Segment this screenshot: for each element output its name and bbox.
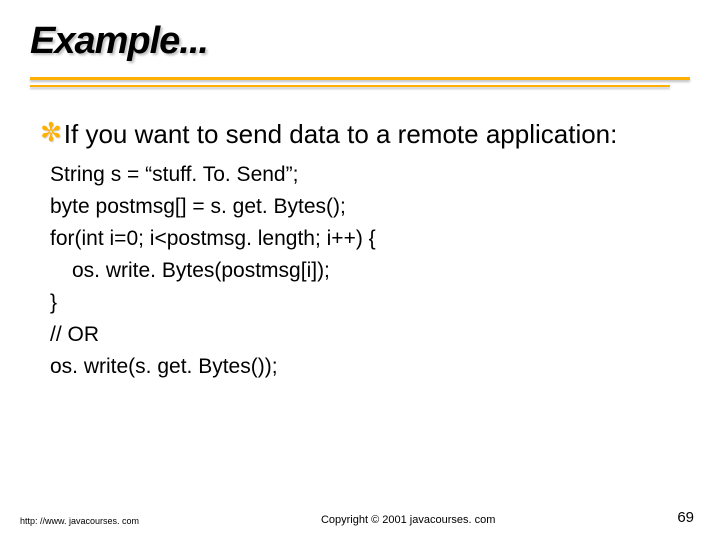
code-line: os. write(s. get. Bytes()); xyxy=(50,351,680,383)
title-underline xyxy=(30,67,690,97)
bullet-text: If you want to send data to a remote app… xyxy=(64,117,618,151)
slide: Example... ✼ If you want to send data to… xyxy=(0,0,720,540)
code-line: for(int i=0; i<postmsg. length; i++) { xyxy=(50,223,680,255)
rule-line-2 xyxy=(30,85,670,87)
rule-line-1 xyxy=(30,77,690,80)
flower-bullet-icon: ✼ xyxy=(40,117,62,147)
code-line: String s = “stuff. To. Send”; xyxy=(50,159,680,191)
bullet-row: ✼ If you want to send data to a remote a… xyxy=(40,117,680,151)
footer-url: http: //www. javacourses. com xyxy=(20,516,139,526)
code-line: } xyxy=(50,287,680,319)
code-line: os. write. Bytes(postmsg[i]); xyxy=(50,255,680,287)
code-block: String s = “stuff. To. Send”; byte postm… xyxy=(50,159,680,383)
code-line: byte postmsg[] = s. get. Bytes(); xyxy=(50,191,680,223)
slide-number: 69 xyxy=(677,509,694,526)
code-line: // OR xyxy=(50,319,680,351)
footer: http: //www. javacourses. com Copyright … xyxy=(0,509,720,526)
slide-title: Example... xyxy=(30,20,690,63)
footer-copyright: Copyright © 2001 javacourses. com xyxy=(139,514,677,526)
